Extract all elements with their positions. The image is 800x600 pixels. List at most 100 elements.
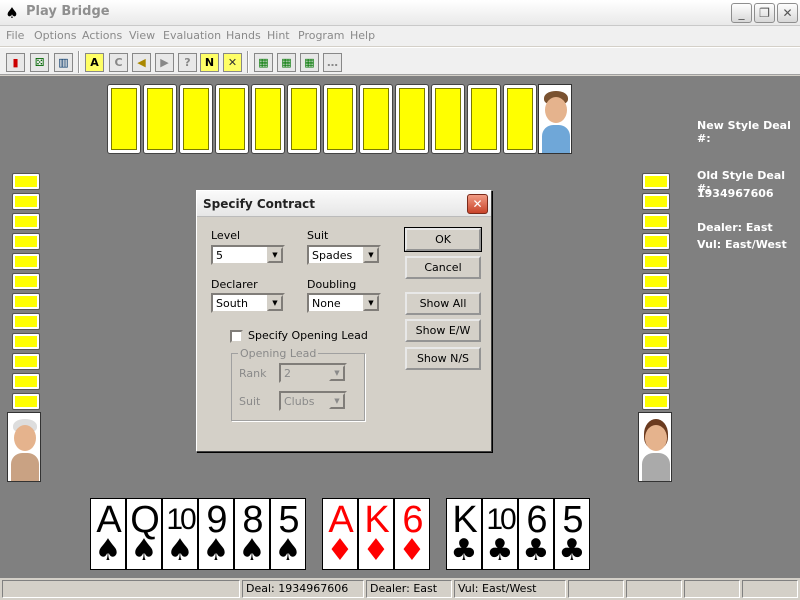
lead-suit-select[interactable]: Clubs ▼ [279,391,347,411]
dialog-close-icon[interactable]: ✕ [467,194,488,214]
film-tool-icon[interactable]: ▦ [277,53,296,72]
next-n-button[interactable]: N [200,53,219,72]
card-back-pattern [183,88,209,150]
menu-view[interactable]: View [129,29,155,42]
card-back-pattern [363,88,389,150]
doubling-select-value: None [312,297,341,310]
blank-tool-icon[interactable]: … [323,53,342,72]
back-arrow-icon[interactable]: ◀ [132,53,151,72]
card-suit-icon: ♦ [398,533,426,568]
south-card[interactable]: 6 ♣ [518,498,554,570]
dice-tool-icon[interactable]: ⚄ [30,53,49,72]
film-tool-icon[interactable]: ▦ [300,53,319,72]
menu-hint[interactable]: Hint [267,29,290,42]
east-card-back [642,273,670,290]
east-card-back [642,233,670,250]
dropdown-arrow-icon[interactable]: ▼ [329,365,345,381]
north-card-back [287,84,321,154]
menu-options[interactable]: Options [34,29,76,42]
west-card-back [12,353,40,370]
close-button[interactable]: ✕ [777,3,798,23]
south-card[interactable]: 10 ♣ [482,498,518,570]
portrait-face [545,97,567,123]
east-card-back [642,353,670,370]
dropdown-arrow-icon[interactable]: ▼ [267,295,283,311]
opening-lead-checkbox-label[interactable]: Specify Opening Lead [248,329,368,342]
south-card[interactable]: 8 ♠ [234,498,270,570]
south-card[interactable]: 9 ♠ [198,498,234,570]
forward-arrow-icon[interactable]: ▶ [155,53,174,72]
south-card[interactable]: K ♦ [358,498,394,570]
maximize-button[interactable]: ❐ [754,3,775,23]
status-pane-empty [742,580,798,598]
declarer-select[interactable]: South ▼ [211,293,285,313]
card-back-pattern [645,356,667,367]
card-suit-icon: ♣ [486,533,514,568]
rank-select-value: 2 [284,367,291,380]
east-card-back [642,213,670,230]
card-back-pattern [15,236,37,247]
menu-file[interactable]: File [6,29,24,42]
east-card-back [642,373,670,390]
lead-suit-select-value: Clubs [284,395,315,408]
east-card-back [642,253,670,270]
south-card[interactable]: 5 ♠ [270,498,306,570]
ok-button[interactable]: OK [404,227,482,252]
card-suit-icon: ♦ [326,533,354,568]
opening-lead-checkbox[interactable] [230,330,243,343]
south-card[interactable]: 6 ♦ [394,498,430,570]
west-card-back [12,393,40,410]
west-card-back [12,273,40,290]
card-back-pattern [111,88,137,150]
south-card[interactable]: A ♠ [90,498,126,570]
card-back-pattern [645,256,667,267]
old-style-deal-value: 1934967606 [697,187,774,200]
show-ns-button[interactable]: Show N/S [405,347,481,370]
dealer-info: Dealer: East [697,221,773,234]
suit-select[interactable]: Spades ▼ [307,245,381,265]
south-card[interactable]: 10 ♠ [162,498,198,570]
level-select[interactable]: 5 ▼ [211,245,285,265]
card-back-pattern [15,276,37,287]
minimize-button[interactable]: _ [731,3,752,23]
film-tool-icon[interactable]: ▦ [254,53,273,72]
card-back-pattern [15,256,37,267]
menu-help[interactable]: Help [350,29,375,42]
dropdown-arrow-icon[interactable]: ▼ [363,247,379,263]
cancel-button[interactable]: Cancel [405,256,481,279]
status-deal: Deal: 1934967606 [242,580,364,598]
doubling-select[interactable]: None ▼ [307,293,381,313]
menu-evaluation[interactable]: Evaluation [163,29,221,42]
card-back-pattern [645,196,667,207]
dropdown-arrow-icon[interactable]: ▼ [329,393,345,409]
cross-tool-icon[interactable]: ✕ [223,53,242,72]
card-suit-icon: ♠ [238,533,266,568]
south-card[interactable]: A ♦ [322,498,358,570]
south-card[interactable]: 5 ♣ [554,498,590,570]
suit-label: Suit [307,229,329,242]
menu-hands[interactable]: Hands [226,29,261,42]
menu-program[interactable]: Program [298,29,344,42]
south-card[interactable]: Q ♠ [126,498,162,570]
declarer-label: Declarer [211,278,258,291]
north-card-back [143,84,177,154]
clear-c-button[interactable]: C [109,53,128,72]
menu-actions[interactable]: Actions [82,29,122,42]
west-card-back [12,293,40,310]
card-back-pattern [15,216,37,227]
hint-question-button[interactable]: ? [178,53,197,72]
card-back-pattern [507,88,533,150]
rank-select[interactable]: 2 ▼ [279,363,347,383]
south-card[interactable]: K ♣ [446,498,482,570]
show-ew-button[interactable]: Show E/W [405,319,481,342]
card-back-pattern [255,88,281,150]
auction-a-button[interactable]: A [85,53,104,72]
dropdown-arrow-icon[interactable]: ▼ [363,295,379,311]
book-tool-icon[interactable]: ▥ [54,53,73,72]
portrait-shirt [11,453,39,481]
north-card-back [467,84,501,154]
show-all-button[interactable]: Show All [405,292,481,315]
dropdown-arrow-icon[interactable]: ▼ [267,247,283,263]
north-player-portrait [538,84,572,154]
card-back-tool-icon[interactable]: ▮ [6,53,25,72]
